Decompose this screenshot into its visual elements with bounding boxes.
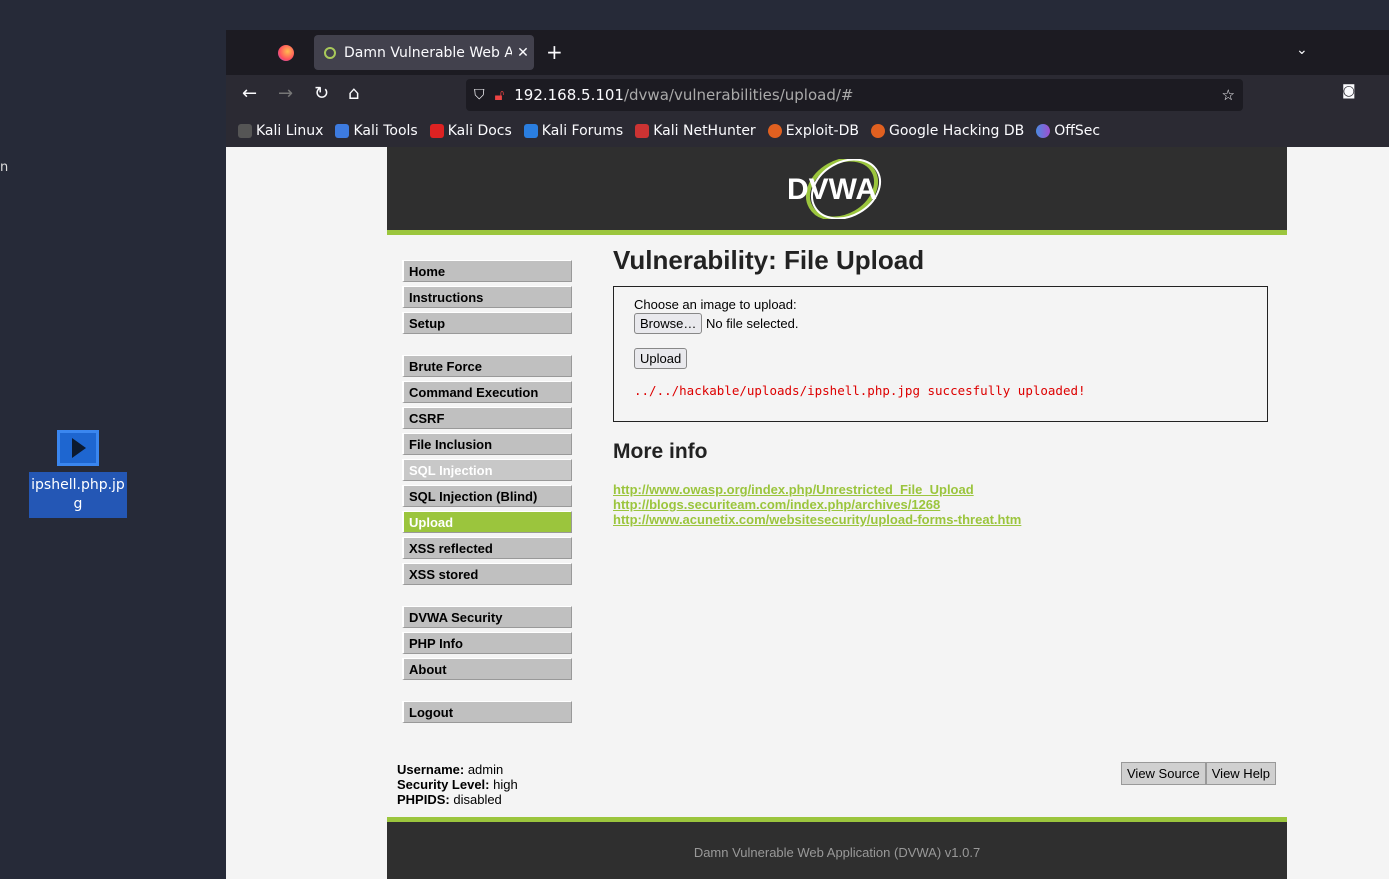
close-tab-icon[interactable]: ✕ (512, 45, 534, 61)
terminal-file-icon (57, 430, 99, 466)
dvwa-favicon-icon (324, 46, 336, 59)
security-level: high (493, 777, 518, 792)
upload-button[interactable]: Upload (634, 348, 688, 369)
menu-item-dvwa-security[interactable]: DVWA Security (402, 606, 572, 628)
no-file-label: No file selected. (705, 316, 799, 331)
bookmark-kali-forums[interactable]: Kali Forums (523, 123, 623, 139)
menu-item-setup[interactable]: Setup (402, 312, 572, 334)
back-icon[interactable]: ← (242, 83, 257, 104)
forward-icon[interactable]: → (278, 83, 293, 104)
menu-item-xss-stored[interactable]: XSS stored (402, 563, 572, 585)
username: admin (467, 762, 504, 777)
menu-item-command-execution[interactable]: Command Execution (402, 381, 572, 403)
svg-text:DVWA: DVWA (787, 173, 877, 206)
phpids-status: disabled (453, 792, 502, 807)
firefox-icon[interactable] (278, 45, 294, 61)
menu-item-csrf[interactable]: CSRF (402, 407, 572, 429)
bookmark-offsec[interactable]: OffSec (1036, 123, 1100, 139)
bookmark-kali-nethunter[interactable]: Kali NetHunter (635, 123, 756, 139)
menu-item-file-inclusion[interactable]: File Inclusion (402, 433, 572, 455)
menu-item-logout[interactable]: Logout (402, 701, 572, 723)
menu-item-instructions[interactable]: Instructions (402, 286, 572, 308)
dvwa-logo: DVWA (787, 159, 881, 219)
bookmarks-bar: Kali Linux Kali Tools Kali Docs Kali For… (226, 115, 1389, 147)
url-path: /dvwa/vulnerabilities/upload/# (623, 86, 854, 104)
footer: Damn Vulnerable Web Application (DVWA) v… (387, 817, 1287, 879)
more-info-heading: More info (613, 440, 708, 463)
bookmark-kali-linux[interactable]: Kali Linux (238, 123, 323, 139)
browser-window: Damn Vulnerable Web Ap ✕ + ⌄ ← → ↻ ⌂ ⛉ 🔓… (226, 30, 1389, 879)
url-host: 192.168.5.101 (514, 86, 624, 104)
insecure-lock-icon[interactable]: 🔓︎ (495, 86, 505, 104)
menu-item-xss-reflected[interactable]: XSS reflected (402, 537, 572, 559)
menu-item-home[interactable]: Home (402, 260, 572, 282)
home-icon[interactable]: ⌂ (348, 83, 359, 104)
menu-item-php-info[interactable]: PHP Info (402, 632, 572, 654)
view-source-button[interactable]: View Source (1121, 762, 1206, 785)
menu-item-sql-injection[interactable]: SQL Injection (402, 459, 572, 481)
reload-icon[interactable]: ↻ (314, 83, 329, 104)
address-bar[interactable]: ⛉ 🔓︎ 192.168.5.101/dvwa/vulnerabilities/… (466, 79, 1243, 111)
list-tabs-chevron-icon[interactable]: ⌄ (1296, 42, 1308, 58)
pocket-icon[interactable]: ◙ (1342, 83, 1356, 99)
upload-form: Choose an image to upload: Browse… No fi… (613, 286, 1268, 422)
info-link-securiteam[interactable]: http://blogs.securiteam.com/index.php/ar… (613, 497, 1268, 512)
dvwa-header: DVWA (387, 147, 1287, 235)
bookmark-kali-tools[interactable]: Kali Tools (335, 123, 418, 139)
menu-item-brute-force[interactable]: Brute Force (402, 355, 572, 377)
bookmark-star-icon[interactable]: ☆ (1222, 86, 1235, 104)
upload-result-message: ../../hackable/uploads/ipshell.php.jpg s… (634, 383, 1086, 398)
menu-item-about[interactable]: About (402, 658, 572, 680)
bookmark-exploit-db[interactable]: Exploit-DB (767, 123, 859, 139)
menu-item-upload[interactable]: Upload (402, 511, 572, 533)
bookmark-kali-docs[interactable]: Kali Docs (429, 123, 512, 139)
desktop-file-icon[interactable]: ipshell.php.jpg (29, 428, 127, 522)
tab-title: Damn Vulnerable Web Ap (344, 44, 512, 61)
user-info: Username: admin Security Level: high PHP… (397, 762, 518, 807)
desktop-file-label: ipshell.php.jpg (29, 472, 127, 518)
browser-tab[interactable]: Damn Vulnerable Web Ap ✕ (314, 35, 534, 70)
bookmark-google-hacking-db[interactable]: Google Hacking DB (870, 123, 1024, 139)
new-tab-button[interactable]: + (546, 40, 563, 64)
dvwa-menu: Home Instructions Setup Brute Force Command … (402, 260, 572, 727)
upload-prompt: Choose an image to upload: (634, 297, 797, 312)
menu-item-sql-injection-blind[interactable]: SQL Injection (Blind) (402, 485, 572, 507)
browse-button[interactable]: Browse… (634, 313, 703, 334)
page-title: Vulnerability: File Upload (613, 245, 925, 275)
info-link-owasp[interactable]: http://www.owasp.org/index.php/Unrestric… (613, 482, 1268, 497)
view-help-button[interactable]: View Help (1205, 762, 1277, 785)
page-content: DVWA Home Instructions Setup Brute Force Com… (226, 147, 1389, 879)
info-link-acunetix[interactable]: http://www.acunetix.com/websitesecurity/… (613, 512, 1268, 527)
shield-icon[interactable]: ⛉ (474, 87, 485, 103)
desktop-text-fragment: n (0, 160, 9, 175)
